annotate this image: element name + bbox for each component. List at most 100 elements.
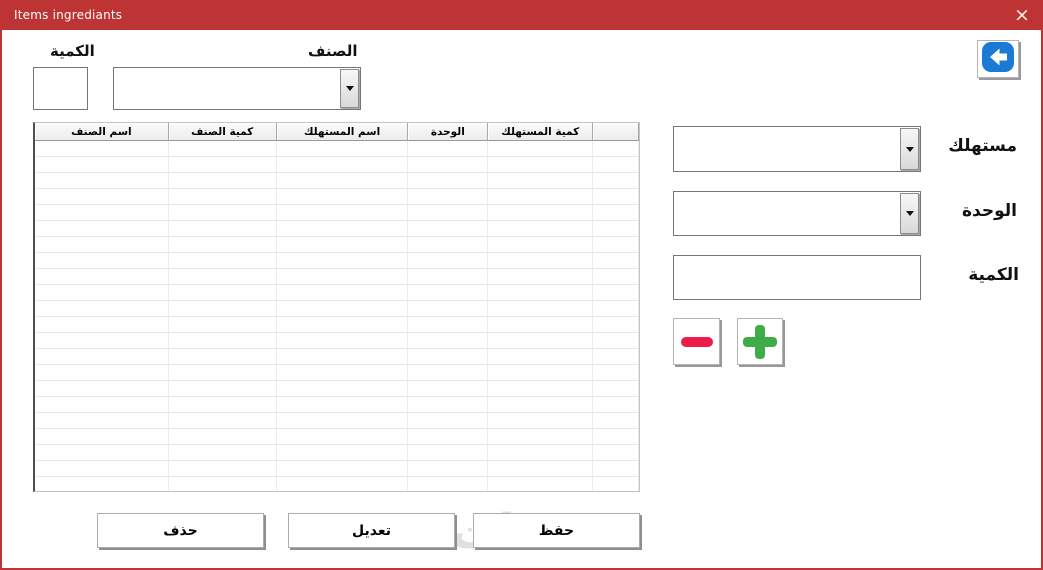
table-row[interactable] (35, 205, 639, 221)
table-cell (169, 381, 277, 396)
table-cell (488, 253, 594, 268)
table-row[interactable] (35, 253, 639, 269)
table-cell (593, 205, 639, 220)
chevron-down-icon (905, 211, 914, 216)
top-quantity-input[interactable] (33, 67, 88, 110)
grid-column-header[interactable]: كمية المستهلك (488, 123, 594, 141)
unit-combobox[interactable] (673, 191, 921, 236)
table-cell (35, 141, 169, 156)
arrow-left-icon (981, 41, 1015, 77)
unit-combobox-dropdown-button[interactable] (900, 193, 919, 234)
table-cell (488, 381, 594, 396)
table-cell (35, 477, 169, 491)
table-row[interactable] (35, 285, 639, 301)
consumer-combobox-dropdown-button[interactable] (900, 128, 919, 170)
table-row[interactable] (35, 157, 639, 173)
grid-column-header[interactable] (593, 123, 640, 141)
table-cell (35, 397, 169, 412)
table-cell (35, 269, 169, 284)
table-cell (488, 397, 594, 412)
table-cell (169, 253, 277, 268)
chevron-down-icon (345, 86, 354, 91)
table-row[interactable] (35, 173, 639, 189)
table-cell (408, 173, 489, 188)
table-cell (277, 397, 409, 412)
grid-column-header[interactable]: الوحدة (408, 123, 489, 141)
table-cell (593, 397, 639, 412)
table-row[interactable] (35, 317, 639, 333)
table-cell (35, 189, 169, 204)
table-cell (488, 269, 594, 284)
table-row[interactable] (35, 461, 639, 477)
table-row[interactable] (35, 397, 639, 413)
table-cell (408, 157, 489, 172)
side-quantity-input[interactable] (673, 255, 921, 300)
table-cell (408, 429, 489, 444)
grid-header: اسم الصنف كمية الصنف اسم المستهلك الوحدة كمي… (35, 123, 640, 141)
table-row[interactable] (35, 221, 639, 237)
table-cell (408, 269, 489, 284)
table-cell (488, 301, 594, 316)
table-cell (277, 205, 409, 220)
table-cell (408, 221, 489, 236)
table-cell (488, 173, 594, 188)
table-cell (277, 333, 409, 348)
table-cell (277, 381, 409, 396)
table-cell (488, 189, 594, 204)
table-cell (35, 333, 169, 348)
table-cell (408, 397, 489, 412)
table-cell (35, 461, 169, 476)
table-cell (593, 349, 639, 364)
table-cell (408, 445, 489, 460)
table-cell (408, 381, 489, 396)
table-cell (169, 285, 277, 300)
item-combobox[interactable] (113, 67, 361, 110)
table-row[interactable] (35, 141, 639, 157)
plus-icon (743, 324, 777, 359)
table-cell (35, 173, 169, 188)
table-row[interactable] (35, 269, 639, 285)
table-cell (488, 205, 594, 220)
table-row[interactable] (35, 301, 639, 317)
close-button[interactable]: × (1003, 0, 1041, 30)
table-row[interactable] (35, 381, 639, 397)
add-button[interactable] (737, 318, 783, 365)
table-cell (277, 189, 409, 204)
table-row[interactable] (35, 349, 639, 365)
save-button[interactable]: حفظ (473, 513, 640, 548)
table-cell (408, 317, 489, 332)
chevron-down-icon (905, 146, 914, 152)
table-row[interactable] (35, 445, 639, 461)
table-row[interactable] (35, 333, 639, 349)
table-cell (593, 477, 639, 491)
table-cell (408, 461, 489, 476)
table-cell (277, 365, 409, 380)
table-cell (488, 429, 594, 444)
table-cell (593, 173, 639, 188)
remove-button[interactable] (673, 318, 720, 365)
ingredients-table[interactable]: اسم الصنف كمية الصنف اسم المستهلك الوحدة كمي… (33, 122, 640, 492)
grid-column-header[interactable]: اسم المستهلك (276, 123, 409, 141)
table-cell (35, 365, 169, 380)
table-cell (408, 477, 489, 491)
table-row[interactable] (35, 237, 639, 253)
back-button[interactable] (977, 40, 1019, 78)
table-cell (593, 253, 639, 268)
table-cell (277, 461, 409, 476)
consumer-combobox[interactable] (673, 126, 921, 172)
table-cell (488, 477, 594, 491)
item-combobox-dropdown-button[interactable] (340, 69, 359, 108)
table-row[interactable] (35, 413, 639, 429)
grid-column-header[interactable]: كمية الصنف (168, 123, 277, 141)
grid-body[interactable] (35, 141, 639, 491)
delete-button[interactable]: حذف (97, 513, 264, 548)
table-row[interactable] (35, 477, 639, 491)
table-cell (277, 301, 409, 316)
edit-button[interactable]: تعديل (288, 513, 455, 548)
grid-column-header[interactable]: اسم الصنف (35, 123, 169, 141)
table-cell (488, 445, 594, 460)
table-cell (169, 349, 277, 364)
table-row[interactable] (35, 365, 639, 381)
table-row[interactable] (35, 429, 639, 445)
table-row[interactable] (35, 189, 639, 205)
